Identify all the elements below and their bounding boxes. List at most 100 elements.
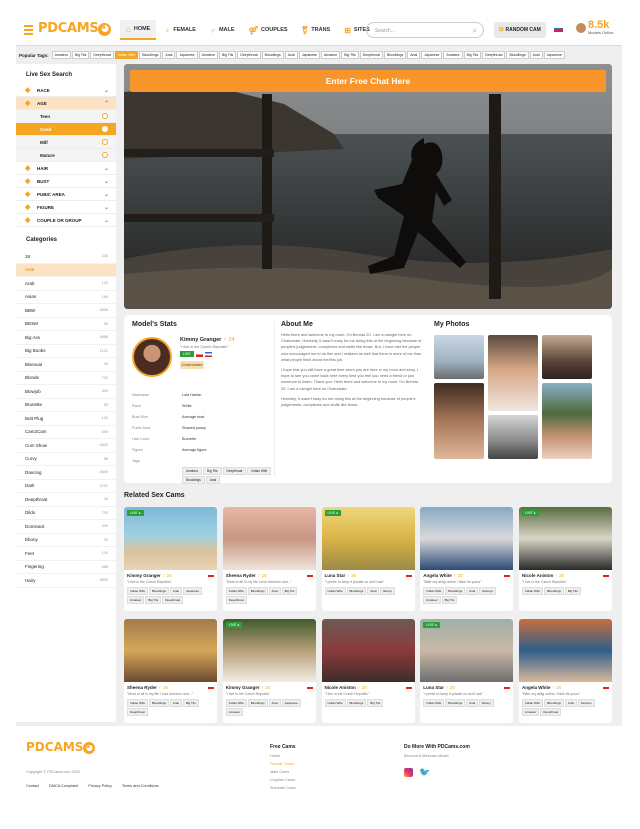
age-option-coed[interactable]: Coed xyxy=(16,123,116,136)
cam-card[interactable]: Sheena Ryder ♀ 18 "Most of all in my life… xyxy=(222,507,316,611)
category-item[interactable]: Dildo 702 xyxy=(16,507,116,520)
cam-thumbnail[interactable] xyxy=(420,507,514,570)
photo-thumbnail[interactable] xyxy=(434,383,484,459)
search-input[interactable]: Search... ⌕ xyxy=(366,22,484,38)
cam-name[interactable]: Nicole Aniston ♀ 20 xyxy=(325,685,367,690)
cam-thumbnail[interactable] xyxy=(124,619,217,682)
popular-tag[interactable]: Bloodlings xyxy=(261,51,284,59)
tag-chip[interactable]: Japanese xyxy=(182,587,202,595)
category-item[interactable]: Curvy 56 xyxy=(16,453,116,466)
popular-tag[interactable]: Big Tits xyxy=(71,51,90,59)
footer-logo[interactable]: PDCAMS ◕ xyxy=(26,740,96,754)
cam-name[interactable]: Angela White ♀ 20 xyxy=(423,573,462,578)
photo-thumbnail[interactable] xyxy=(542,335,592,379)
filter-hair[interactable]: ◆ HAIR ⌄ xyxy=(16,162,116,175)
photo-thumbnail[interactable] xyxy=(434,335,484,379)
cam-name[interactable]: Nicole Aniston ♀ 20 xyxy=(522,573,564,578)
model-avatar[interactable] xyxy=(132,337,172,377)
search-icon[interactable]: ⌕ xyxy=(473,26,477,36)
tag-chip[interactable]: Bloodlings xyxy=(149,699,169,707)
popular-tag[interactable]: Indian Wife xyxy=(114,51,139,59)
age-option-teen[interactable]: Teen xyxy=(16,110,116,123)
tag-chip[interactable]: Indian Wife xyxy=(324,699,346,707)
tag-chip[interactable]: Indian Wife xyxy=(225,699,247,707)
popular-tag[interactable]: Japanese xyxy=(543,51,565,59)
tag-chip[interactable]: Bloodlings xyxy=(544,699,564,707)
cam-card[interactable]: Angela White ♀ 20 "Bitte nuj ablig online… xyxy=(420,507,514,611)
tag-chip[interactable]: Ebony xyxy=(479,699,494,707)
radio-icon[interactable] xyxy=(102,152,108,158)
category-item[interactable]: Anal xyxy=(16,263,116,277)
tag-chip[interactable]: Anal xyxy=(466,699,479,707)
photo-thumbnail[interactable] xyxy=(542,383,592,459)
tag-chip[interactable]: Bloodlings xyxy=(445,699,466,707)
popular-tag[interactable]: Japanese xyxy=(176,51,198,59)
filter-age[interactable]: ◆ AGE ⌃ xyxy=(16,97,116,110)
free-cams-link[interactable]: Male Cams xyxy=(270,770,296,778)
instagram-icon[interactable] xyxy=(404,768,413,777)
category-item[interactable]: Blonde 702 xyxy=(16,372,116,385)
category-item[interactable]: Big Boobs 1221 xyxy=(16,345,116,358)
category-item[interactable]: Asian 164 xyxy=(16,291,116,304)
popular-tag[interactable]: Japanese xyxy=(298,51,320,59)
age-option-mature[interactable]: Mature xyxy=(16,149,116,162)
category-item[interactable]: Arab 123 xyxy=(16,277,116,291)
category-item[interactable]: Cam2Cam 490 xyxy=(16,426,116,439)
nav-home[interactable]: ⌂ HOME xyxy=(120,20,157,40)
popular-tag[interactable]: Big Tits xyxy=(463,51,482,59)
cam-name[interactable]: Kimmy Granger ♀ 24 xyxy=(226,685,271,690)
photo-thumbnail[interactable] xyxy=(488,335,538,411)
free-cams-link[interactable]: Home xyxy=(270,754,296,762)
category-item[interactable]: BBW 4836 xyxy=(16,304,116,318)
tag-chip[interactable]: Bloodlings xyxy=(247,699,268,707)
site-badge[interactable]: Chaturbate xyxy=(180,361,204,369)
popular-tag[interactable]: Anal xyxy=(284,51,298,59)
tag-chip[interactable]: Bloodlings xyxy=(346,587,367,595)
tag-chip[interactable]: Indian Wife xyxy=(522,587,544,595)
popular-tag[interactable]: Deepthroat xyxy=(237,51,261,59)
tag-chip[interactable]: Bloodlings xyxy=(544,587,564,595)
category-item[interactable]: Cum Show 4830 xyxy=(16,439,116,453)
category-item[interactable]: Blowjob 340 xyxy=(16,385,116,399)
tag-chip[interactable]: Anal xyxy=(564,699,577,707)
tag-chip[interactable]: Bloodlings xyxy=(346,699,367,707)
tag-chip[interactable]: Sextoys xyxy=(577,699,595,707)
tag-chip[interactable]: Big Tits xyxy=(203,467,222,475)
filter-race[interactable]: ◆ RACE ⌄ xyxy=(16,84,116,97)
nav-couples[interactable]: ⚤ COUPLES xyxy=(243,20,294,40)
category-item[interactable]: Big Ass 4888 xyxy=(16,331,116,345)
tag-chip[interactable]: Amateur xyxy=(127,596,145,604)
cam-thumbnail[interactable] xyxy=(222,507,316,570)
tag-chip[interactable]: Anal xyxy=(169,587,182,595)
model-name[interactable]: Kimmy Granger ♀ 24 xyxy=(180,337,235,343)
tag-chip[interactable]: Big Tits xyxy=(367,699,384,707)
filter-figure[interactable]: ◆ FIGURE ⌄ xyxy=(16,201,116,214)
cam-name[interactable]: Sheena Ryder ♀ 18 xyxy=(226,573,267,578)
tag-chip[interactable]: Amateur xyxy=(225,708,244,716)
random-cam-button[interactable]: ⚄ RANDOM CAM xyxy=(494,22,546,38)
site-logo[interactable]: PDCAMS ◕ xyxy=(38,21,112,36)
popular-tag[interactable]: Amateur xyxy=(198,51,218,59)
cam-name[interactable]: Luna Star ♀ 30 xyxy=(423,685,455,690)
cam-thumbnail[interactable]: LIVE ● xyxy=(321,507,415,570)
tag-chip[interactable]: Deepthroat xyxy=(540,708,562,716)
popular-tag[interactable]: Amateur xyxy=(443,51,463,59)
popular-tag[interactable]: Bloodlings xyxy=(139,51,162,59)
tag-chip[interactable]: Indian Wife xyxy=(127,699,149,707)
tag-chip[interactable]: Bloodlings xyxy=(149,587,169,595)
footer-link[interactable]: Terms and Conditions xyxy=(122,784,159,788)
cam-name[interactable]: Angela White ♀ 20 xyxy=(522,685,561,690)
cam-thumbnail[interactable]: LIVE ● xyxy=(519,507,612,570)
filter-couple-or-group[interactable]: ◆ COUPLE OR GROUP ⌄ xyxy=(16,214,116,227)
nav-female[interactable]: ♀ FEMALE xyxy=(158,20,202,40)
radio-icon[interactable] xyxy=(102,113,108,119)
enter-free-chat-button[interactable]: Enter Free Chat Here xyxy=(130,70,606,92)
tag-chip[interactable]: Big Tits xyxy=(182,699,199,707)
tag-chip[interactable]: Big Tits xyxy=(145,596,162,604)
tag-chip[interactable]: Indian Wife xyxy=(423,699,445,707)
popular-tag[interactable]: Deepthroat xyxy=(90,51,114,59)
category-item[interactable]: Butt Plug 124 xyxy=(16,412,116,426)
popular-tag[interactable]: Bloodlings xyxy=(506,51,529,59)
popular-tag[interactable]: Bloodlings xyxy=(384,51,407,59)
category-item[interactable]: Hairy 4830 xyxy=(16,574,116,588)
